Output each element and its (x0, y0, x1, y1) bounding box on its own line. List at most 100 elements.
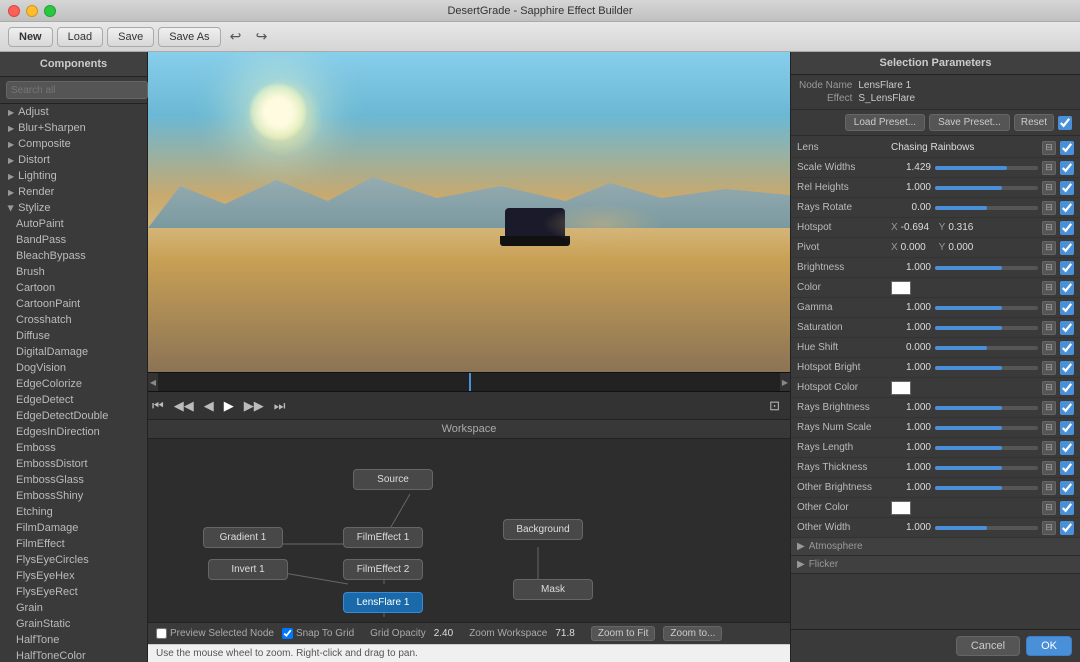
list-item[interactable]: DigitalDamage (0, 344, 147, 360)
param-check-lens[interactable] (1060, 141, 1074, 155)
list-item[interactable]: Emboss (0, 440, 147, 456)
param-check-other-color[interactable] (1060, 501, 1074, 515)
snap-to-grid-checkbox-label[interactable]: Snap To Grid (282, 628, 354, 639)
param-check-gamma[interactable] (1060, 301, 1074, 315)
search-input[interactable] (6, 81, 148, 99)
param-icon-rel-heights[interactable]: ⊟ (1042, 181, 1056, 195)
list-item[interactable]: CartoonPaint (0, 296, 147, 312)
param-slider-other-brightness[interactable] (935, 486, 1038, 490)
param-icon-rays-thickness[interactable]: ⊟ (1042, 461, 1056, 475)
param-icon-pivot[interactable]: ⊟ (1042, 241, 1056, 255)
param-slider-rel-heights[interactable] (935, 186, 1038, 190)
list-item[interactable]: BleachBypass (0, 248, 147, 264)
param-slider-hue-shift[interactable] (935, 346, 1038, 350)
param-check-other-width[interactable] (1060, 521, 1074, 535)
param-check-rays-length[interactable] (1060, 441, 1074, 455)
param-check-pivot[interactable] (1060, 241, 1074, 255)
load-button[interactable]: Load (57, 27, 103, 47)
timeline-left-arrow[interactable]: ◀ (150, 378, 156, 387)
new-button[interactable]: New (8, 27, 53, 47)
param-slider-saturation[interactable] (935, 326, 1038, 330)
param-icon-hotspot-bright[interactable]: ⊟ (1042, 361, 1056, 375)
play-button[interactable]: ▶ (220, 396, 238, 416)
param-check-rays-brightness[interactable] (1060, 401, 1074, 415)
param-slider-brightness[interactable] (935, 266, 1038, 270)
param-slider-other-width[interactable] (935, 526, 1038, 530)
param-check-scale-widths[interactable] (1060, 161, 1074, 175)
load-preset-button[interactable]: Load Preset... (845, 114, 925, 131)
param-icon-lens[interactable]: ⊟ (1042, 141, 1056, 155)
list-item[interactable]: DogVision (0, 360, 147, 376)
go-to-start-button[interactable]: ⏮ (148, 396, 168, 416)
node-filmeffect1[interactable]: FilmEffect 1 (343, 527, 423, 548)
list-item[interactable]: FilmDamage (0, 520, 147, 536)
param-slider-hotspot-bright[interactable] (935, 366, 1038, 370)
snap-to-grid-checkbox[interactable] (282, 628, 293, 639)
minimize-button[interactable] (26, 5, 38, 17)
maximize-button[interactable] (44, 5, 56, 17)
sidebar-item-lighting[interactable]: ▶Lighting (0, 168, 147, 184)
param-slider-scale-widths[interactable] (935, 166, 1038, 170)
param-slider-rays-rotate[interactable] (935, 206, 1038, 210)
param-icon-other-width[interactable]: ⊟ (1042, 521, 1056, 535)
list-item[interactable]: Etching (0, 504, 147, 520)
param-icon-other-color[interactable]: ⊟ (1042, 501, 1056, 515)
preview-node-checkbox[interactable] (156, 628, 167, 639)
param-color-swatch-hotspot[interactable] (891, 381, 911, 395)
save-button[interactable]: Save (107, 27, 154, 47)
param-slider-rays-num-scale[interactable] (935, 426, 1038, 430)
param-check-hotspot-color[interactable] (1060, 381, 1074, 395)
param-check-rays-rotate[interactable] (1060, 201, 1074, 215)
sidebar-item-adjust[interactable]: ▶Adjust (0, 104, 147, 120)
list-item[interactable]: EdgeDetectDouble (0, 408, 147, 424)
param-slider-gamma[interactable] (935, 306, 1038, 310)
param-icon-saturation[interactable]: ⊟ (1042, 321, 1056, 335)
list-item[interactable]: EdgeDetect (0, 392, 147, 408)
zoom-to-button[interactable]: Zoom to... (663, 626, 722, 641)
close-button[interactable] (8, 5, 20, 17)
node-invert1[interactable]: Invert 1 (208, 559, 288, 580)
expand-button[interactable]: ⊡ (765, 396, 784, 416)
go-to-end-button[interactable]: ⏭ (270, 396, 290, 416)
sidebar-item-render[interactable]: ▶Render (0, 184, 147, 200)
list-item[interactable]: Crosshatch (0, 312, 147, 328)
param-check-color[interactable] (1060, 281, 1074, 295)
redo-button[interactable]: ↪ (251, 27, 273, 47)
preview-viewport[interactable] (148, 52, 790, 372)
param-icon-color[interactable]: ⊟ (1042, 281, 1056, 295)
zoom-fit-button[interactable]: Zoom to Fit (591, 626, 656, 641)
node-lensflare1[interactable]: LensFlare 1 (343, 592, 423, 613)
param-slider-rays-thickness[interactable] (935, 466, 1038, 470)
param-check-rel-heights[interactable] (1060, 181, 1074, 195)
list-item[interactable]: BandPass (0, 232, 147, 248)
param-check-hue-shift[interactable] (1060, 341, 1074, 355)
play-back-button[interactable]: ◀ (200, 396, 218, 416)
list-item[interactable]: EmbossGlass (0, 472, 147, 488)
node-gradient1[interactable]: Gradient 1 (203, 527, 283, 548)
param-icon-brightness[interactable]: ⊟ (1042, 261, 1056, 275)
param-icon-rays-num-scale[interactable]: ⊟ (1042, 421, 1056, 435)
sidebar-item-blur[interactable]: ▶Blur+Sharpen (0, 120, 147, 136)
list-item[interactable]: Grain (0, 600, 147, 616)
play-forward-button[interactable]: ▶▶ (240, 396, 268, 416)
step-back-button[interactable]: ◀◀ (170, 396, 198, 416)
list-item[interactable]: GrainStatic (0, 616, 147, 632)
param-icon-hue-shift[interactable]: ⊟ (1042, 341, 1056, 355)
save-as-button[interactable]: Save As (158, 27, 220, 47)
reset-button[interactable]: Reset (1014, 114, 1054, 131)
list-item[interactable]: EdgeColorize (0, 376, 147, 392)
param-icon-hotspot-color[interactable]: ⊟ (1042, 381, 1056, 395)
section-flicker[interactable]: ▶ Flicker (791, 556, 1080, 574)
sidebar-item-distort[interactable]: ▶Distort (0, 152, 147, 168)
timeline-right-arrow[interactable]: ▶ (782, 378, 788, 387)
param-icon-gamma[interactable]: ⊟ (1042, 301, 1056, 315)
param-check-saturation[interactable] (1060, 321, 1074, 335)
param-check-hotspot-bright[interactable] (1060, 361, 1074, 375)
node-mask[interactable]: Mask (513, 579, 593, 600)
param-check-rays-thickness[interactable] (1060, 461, 1074, 475)
node-canvas[interactable]: Source Gradient 1 FilmEffect 1 Invert 1 … (148, 439, 790, 622)
save-preset-button[interactable]: Save Preset... (929, 114, 1010, 131)
list-item[interactable]: EmbossDistort (0, 456, 147, 472)
node-background[interactable]: Background (503, 519, 583, 540)
param-slider-rays-length[interactable] (935, 446, 1038, 450)
